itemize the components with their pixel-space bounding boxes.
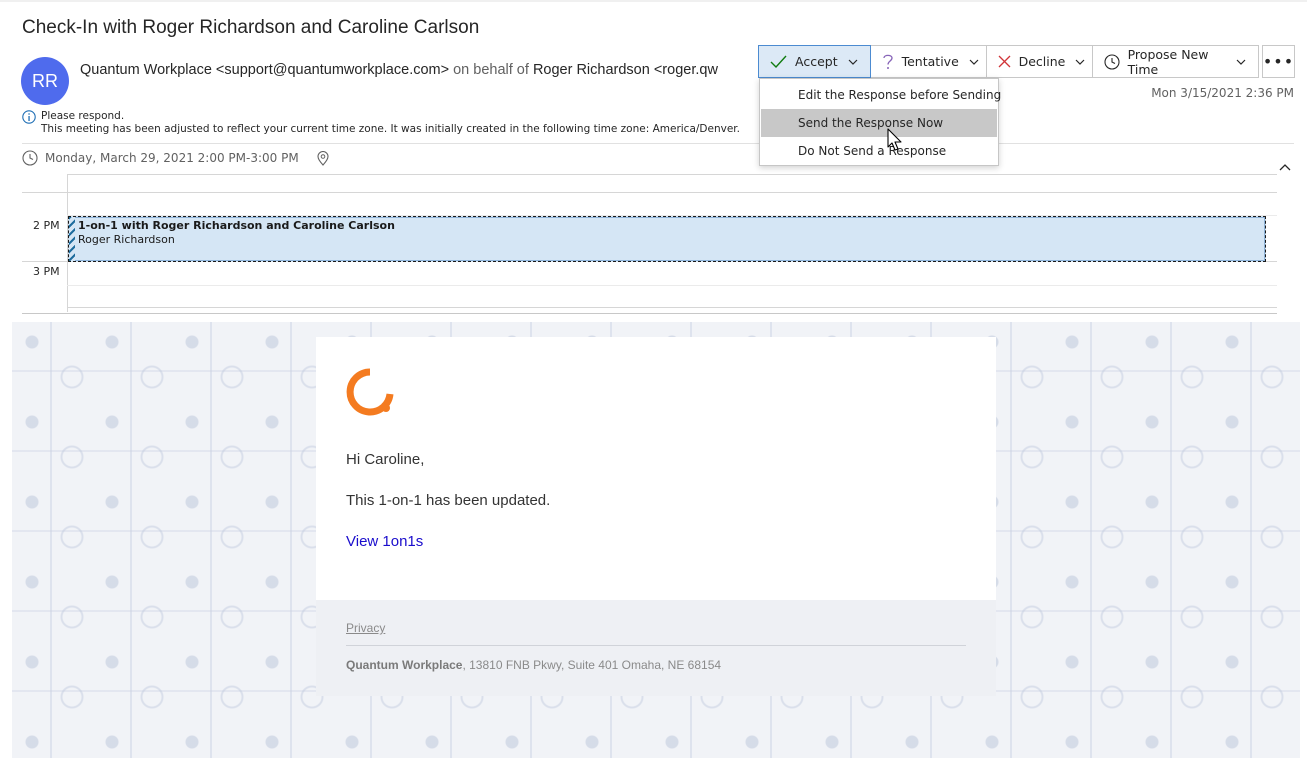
delegate-name[interactable]: Roger Richardson <roger.qw [533, 62, 718, 78]
avatar-initials: RR [32, 70, 58, 91]
chevron-down-icon [848, 59, 858, 65]
accept-button[interactable]: Accept [758, 45, 871, 78]
quantum-logo [346, 368, 396, 422]
address-text: , 13810 FNB Pkwy, Suite 401 Omaha, NE 68… [462, 658, 722, 672]
privacy-link[interactable]: Privacy [346, 621, 385, 635]
please-respond-text: Please respond. [41, 110, 125, 122]
email-card [316, 337, 996, 600]
top-border [0, 0, 1307, 2]
chevron-down-icon [969, 59, 979, 65]
menu-item-label: Do Not Send a Response [798, 144, 947, 158]
menu-item-label: Edit the Response before Sending [798, 88, 1002, 102]
more-actions-button[interactable]: ••• [1262, 45, 1295, 78]
check-icon [770, 55, 787, 68]
company-address: Quantum Workplace, 13810 FNB Pkwy, Suite… [346, 658, 721, 672]
view-1on1s-link[interactable]: View 1on1s [346, 533, 423, 550]
question-icon [882, 53, 894, 70]
avatar[interactable]: RR [21, 57, 69, 105]
meeting-time: Monday, March 29, 2021 2:00 PM-3:00 PM [45, 151, 299, 165]
grid-line [67, 307, 1277, 308]
email-footer [316, 600, 996, 696]
mouse-cursor-icon [887, 128, 903, 156]
more-icon: ••• [1262, 52, 1295, 71]
on-behalf-of-text: on behalf of [453, 62, 529, 78]
divider [22, 143, 1294, 144]
event-title: 1-on-1 with Roger Richardson and Carolin… [78, 219, 395, 232]
email-message: This 1-on-1 has been updated. [346, 492, 551, 509]
timezone-notice: This meeting has been adjusted to reflec… [41, 123, 740, 135]
tentative-label: Tentative [901, 54, 959, 69]
grid-line [22, 192, 1277, 193]
company-name: Quantum Workplace [346, 658, 463, 672]
decline-label: Decline [1018, 54, 1066, 69]
menu-item-label: Send the Response Now [798, 116, 944, 130]
accept-dropdown-menu: Edit the Response before Sending Send th… [759, 78, 1001, 166]
decline-button[interactable]: Decline [985, 45, 1093, 78]
message-subject: Check-In with Roger Richardson and Carol… [22, 17, 480, 38]
grid-line [67, 174, 1277, 175]
tentative-button[interactable]: Tentative [869, 45, 987, 78]
chevron-down-icon [1236, 59, 1246, 65]
clock-icon [22, 150, 38, 166]
response-toolbar: Accept Tentative Decline Propose New Tim… [758, 45, 1259, 78]
grid-line [67, 285, 1277, 286]
meeting-when-row: Monday, March 29, 2021 2:00 PM-3:00 PM [22, 150, 329, 166]
footer-divider [346, 645, 966, 646]
info-icon [22, 109, 36, 128]
chevron-up-icon[interactable] [1279, 156, 1291, 175]
calendar-event[interactable]: 1-on-1 with Roger Richardson and Carolin… [68, 216, 1266, 262]
location-pin-icon[interactable] [317, 150, 329, 166]
hour-label-3pm: 3 PM [33, 265, 60, 278]
propose-new-time-button[interactable]: Propose New Time [1091, 45, 1259, 78]
sender-name[interactable]: Quantum Workplace <support@quantumworkpl… [80, 62, 449, 78]
chevron-down-icon [1075, 59, 1085, 65]
sent-timestamp: Mon 3/15/2021 2:36 PM [1151, 86, 1294, 100]
email-greeting: Hi Caroline, [346, 451, 425, 468]
calendar-bottom-border [22, 313, 1277, 314]
propose-label: Propose New Time [1127, 46, 1209, 77]
menu-item-send-response-now[interactable]: Send the Response Now [761, 109, 997, 137]
accept-label: Accept [795, 54, 838, 69]
menu-item-edit-response[interactable]: Edit the Response before Sending [761, 81, 1001, 109]
clock-icon [1104, 53, 1120, 70]
hour-label-2pm: 2 PM [33, 219, 60, 232]
tentative-stripe [69, 217, 75, 261]
menu-item-do-not-send[interactable]: Do Not Send a Response [761, 137, 997, 165]
x-icon [998, 55, 1011, 68]
event-organizer: Roger Richardson [78, 233, 175, 246]
sender-line: Quantum Workplace <support@quantumworkpl… [80, 62, 738, 78]
